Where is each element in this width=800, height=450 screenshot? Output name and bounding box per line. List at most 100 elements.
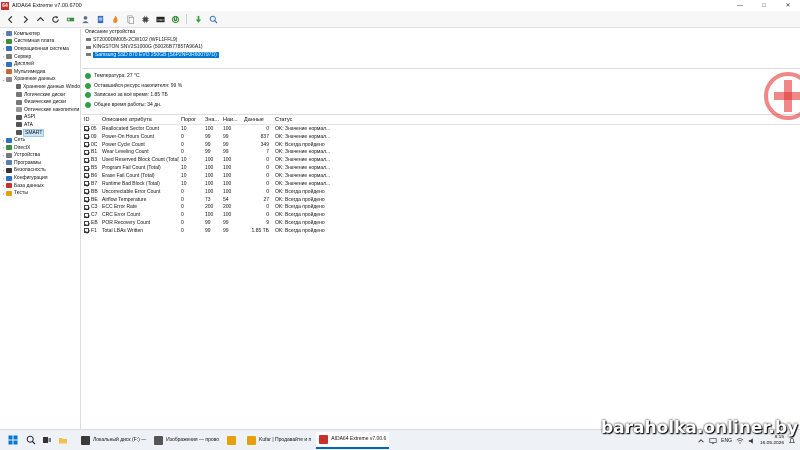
table-row[interactable]: F1 Total LBAs Written 0 99 99 1.85 ТБ OK: Всег…	[82, 227, 800, 235]
search-button[interactable]	[207, 13, 219, 25]
table-row[interactable]: BE Airflow Temperature 0 73 54 27 OK: Всегда п…	[82, 196, 800, 204]
refresh-icon	[51, 15, 59, 23]
cell-val: 100	[205, 188, 214, 195]
sidebar-item[interactable]: › Системная плата	[0, 38, 80, 46]
osd-button[interactable]: OSD	[154, 13, 166, 25]
language-indicator[interactable]: ENG	[721, 438, 732, 444]
table-row[interactable]: C7 CRC Error Count 0 100 100 0 OK: Всегда прой…	[82, 211, 800, 219]
refresh-button[interactable]	[49, 13, 61, 25]
taskbar-search-button[interactable]	[26, 432, 36, 449]
sidebar-item[interactable]: › Программы	[0, 159, 80, 167]
col-value[interactable]: Зна...	[203, 117, 221, 123]
cell-worst: 99	[223, 133, 229, 140]
sidebar-item[interactable]: › Сеть	[0, 136, 80, 144]
minimize-button[interactable]: —	[728, 0, 752, 11]
col-id[interactable]: ID	[82, 117, 100, 123]
col-threshold[interactable]: Порог	[179, 117, 203, 123]
download-button[interactable]	[192, 13, 204, 25]
checkbox[interactable]	[84, 220, 89, 226]
back-button[interactable]	[4, 13, 16, 25]
folder-button[interactable]	[124, 13, 136, 25]
report-button[interactable]	[94, 13, 106, 25]
motherboard-button[interactable]	[64, 13, 76, 25]
device-item[interactable]: KINGSTON SNV2S1000G (50026B7785TA96A1)	[82, 44, 800, 52]
table-row[interactable]: BB Uncorrectable Error Count 0 100 100 0 OK: В…	[82, 188, 800, 196]
table-row[interactable]: B6 Erase Fail Count (Total) 10 100 100 0 OK: З…	[82, 172, 800, 180]
col-worst[interactable]: Наи...	[221, 117, 242, 123]
attribute-id: BE	[91, 196, 98, 203]
checkbox[interactable]	[84, 189, 89, 195]
cell-status: OK: Значение нормал...	[275, 149, 331, 156]
favorites-button[interactable]	[109, 13, 121, 25]
taskbar-app[interactable]: Kufar | Продавайте и п	[244, 432, 314, 449]
sidebar-item-label: Конфигурация	[14, 175, 48, 182]
checkbox[interactable]	[84, 165, 89, 171]
taskbar-app[interactable]: Локальный диск (F:) —	[78, 432, 149, 449]
user-button[interactable]	[79, 13, 91, 25]
forward-button[interactable]	[19, 13, 31, 25]
table-row[interactable]: C3 ECC Error Rate 0 200 200 0 OK: Всегда пройд…	[82, 203, 800, 211]
sidebar-item[interactable]: Оптические накопители	[0, 106, 80, 114]
files-button[interactable]	[58, 432, 68, 449]
taskbar-app[interactable]: AIDA64 Extreme v7.00.6	[316, 431, 390, 449]
sidebar-item[interactable]: › DirectX	[0, 144, 80, 152]
col-desc[interactable]: Описание атрибута	[100, 117, 179, 123]
cell-val: 100	[205, 125, 214, 132]
table-row[interactable]: B5 Program Fail Count (Total) 10 100 100 0 OK:…	[82, 164, 800, 172]
table-row[interactable]: B1 Wear Leveling Count 0 99 99 7 OK: Значение …	[82, 149, 800, 157]
checkbox[interactable]	[84, 142, 89, 148]
close-button[interactable]: ✕	[776, 0, 800, 11]
sidebar-item[interactable]: Физические диски	[0, 98, 80, 106]
checkbox[interactable]	[84, 126, 89, 132]
table-row[interactable]: 0C Power Cycle Count 0 99 99 349 OK: Всегда пр…	[82, 141, 800, 149]
checkbox[interactable]	[84, 204, 89, 210]
col-data[interactable]: Данные	[242, 117, 273, 123]
sidebar-item[interactable]: Логические диски	[0, 91, 80, 99]
table-row[interactable]: B3 Used Reserved Block Count (Total) 10 100…	[82, 156, 800, 164]
sidebar-item[interactable]: ⌄ Хранение данных	[0, 76, 80, 84]
device-item[interactable]: ST2000DM005-2CW102 (WFL1FFL9)	[82, 36, 800, 44]
sidebar-item[interactable]: › Компьютер	[0, 30, 80, 38]
power-button[interactable]	[169, 13, 181, 25]
checkbox[interactable]	[84, 228, 89, 234]
checkbox[interactable]	[84, 149, 89, 155]
table-row[interactable]: 09 Power-On Hours Count 0 99 99 837 OK: Значен…	[82, 133, 800, 141]
sidebar-item[interactable]: › Сервер	[0, 53, 80, 61]
table-row[interactable]: B7 Runtime Bad Block (Total) 10 100 100 0 OK: …	[82, 180, 800, 188]
cell-desc: CRC Error Count	[102, 212, 141, 219]
sidebar-item[interactable]: › Безопасность	[0, 167, 80, 175]
sidebar-item[interactable]: › Устройства	[0, 152, 80, 160]
sidebar-item[interactable]: › Мультимедиа	[0, 68, 80, 76]
checkbox[interactable]	[84, 134, 89, 140]
sidebar-item-label: Оптические накопители	[24, 106, 80, 113]
sidebar-item[interactable]: Хранение данных Windo	[0, 83, 80, 91]
table-row[interactable]: EB POR Recovery Count 0 99 99 9 OK: Всегда про…	[82, 219, 800, 227]
checkbox[interactable]	[84, 157, 89, 163]
toolbar: OSD	[0, 11, 800, 28]
sidebar-item[interactable]: › Операционная система	[0, 45, 80, 53]
sidebar-item[interactable]: › Конфигурация	[0, 174, 80, 182]
chip-button[interactable]	[139, 13, 151, 25]
checkbox[interactable]	[84, 212, 89, 218]
attribute-id: B1	[91, 149, 98, 156]
sidebar-item[interactable]: › Дисплей	[0, 60, 80, 68]
checkbox[interactable]	[84, 197, 89, 203]
taskbar-app[interactable]: Изображения — прово	[151, 432, 222, 449]
up-button[interactable]	[34, 13, 46, 25]
col-status[interactable]: Статус	[273, 117, 343, 123]
chip-icon	[141, 15, 149, 23]
task-view-button[interactable]	[42, 432, 52, 449]
device-item[interactable]: Samsung SSD 870 EVO 250GB (S6P2NF0R60079…	[82, 51, 800, 59]
sidebar-item[interactable]: › Тесты	[0, 189, 80, 197]
start-button[interactable]	[8, 432, 18, 449]
maximize-button[interactable]: □	[752, 0, 776, 11]
table-row[interactable]: 05 Reallocated Sector Count 10 100 100 0 OK: З…	[82, 125, 800, 133]
checkbox[interactable]	[84, 181, 89, 187]
sidebar-item[interactable]: SMART	[0, 128, 80, 137]
sidebar-item[interactable]: ATA	[0, 121, 80, 129]
taskbar-app[interactable]	[224, 432, 242, 449]
sidebar-item[interactable]: ASPI	[0, 114, 80, 122]
device-list: Описание устройства ST2000DM005-2CW102 (…	[82, 29, 800, 69]
checkbox[interactable]	[84, 173, 89, 179]
sidebar-item[interactable]: › База данных	[0, 182, 80, 190]
